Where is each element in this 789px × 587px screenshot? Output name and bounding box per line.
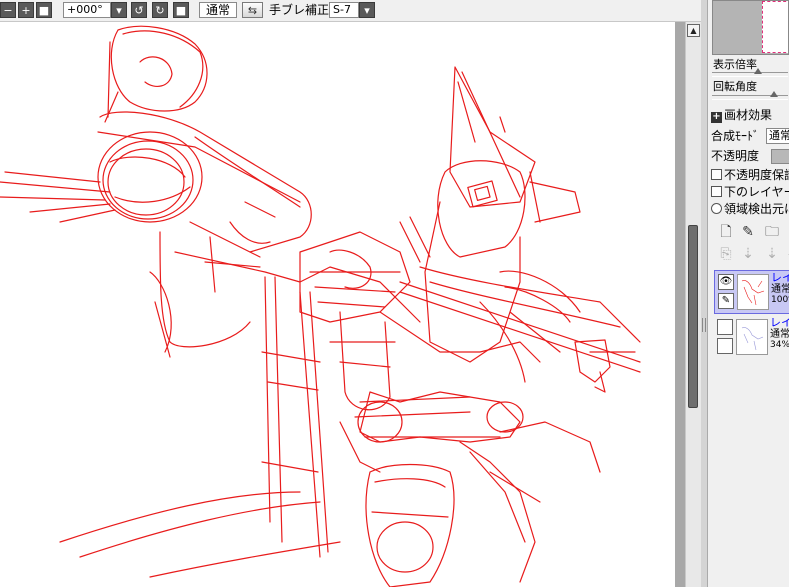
texture-effect-toggle[interactable]: + 画材効果 bbox=[711, 108, 772, 123]
plus-icon: + bbox=[711, 111, 722, 123]
rotate-reset-button[interactable]: ■ bbox=[173, 2, 189, 18]
zoom-slider[interactable] bbox=[712, 68, 788, 77]
flip-horizontal-button[interactable]: ⇆ bbox=[242, 2, 263, 18]
layer-name: レイヤー2 bbox=[771, 271, 789, 284]
clip-layer-label: 下のレイヤーでクリッピング bbox=[724, 185, 789, 199]
clip-layer-checkbox[interactable]: 下のレイヤーでクリッピング bbox=[711, 185, 789, 200]
rotation-angle-field[interactable]: +000° bbox=[63, 2, 111, 18]
zoom-out-button[interactable]: − bbox=[0, 2, 16, 18]
copy-layer-icon[interactable]: ⎘ bbox=[718, 245, 734, 263]
canvas-margin bbox=[675, 22, 685, 587]
opacity-slider[interactable] bbox=[771, 149, 789, 164]
opacity-label: 不透明度 bbox=[711, 149, 760, 163]
layer-actions-row: 🗋 ✎ 🗀 ⚲ bbox=[718, 223, 789, 241]
layer-opacity: 34% bbox=[770, 340, 789, 350]
texture-effect-label: 画材効果 bbox=[724, 108, 773, 122]
new-layer-icon[interactable]: 🗋 bbox=[718, 223, 734, 241]
visibility-toggle[interactable] bbox=[717, 319, 733, 335]
preserve-opacity-label: 不透明度保護 bbox=[724, 168, 789, 182]
rotate-right-icon: ↻ bbox=[155, 3, 165, 17]
sketch-drawing bbox=[0, 25, 641, 587]
view-toolbar: − + ■ +000° ▾ ↺ ↻ ■ 通常 ⇆ 手ブレ補正 S-7 ▾ bbox=[0, 0, 708, 22]
blend-mode-label: 合成ﾓｰﾄﾞ bbox=[711, 129, 760, 143]
view-blend-mode-field[interactable]: 通常 bbox=[199, 2, 237, 18]
selection-source-label: 領域検出元に指定 bbox=[724, 202, 789, 216]
layer-item-2[interactable]: 👁 ✎ レイヤー2 通常 100% bbox=[714, 270, 789, 314]
pen-icon[interactable]: ✎ bbox=[718, 293, 734, 309]
panel-splitter[interactable] bbox=[701, 0, 708, 587]
zoom-reset-button[interactable]: ■ bbox=[36, 2, 52, 18]
chevron-down-icon: ▾ bbox=[364, 3, 370, 17]
rotate-left-button[interactable]: ↺ bbox=[131, 2, 147, 18]
scroll-up-button[interactable]: ▲ bbox=[687, 24, 700, 37]
new-folder-icon[interactable]: 🗀 bbox=[764, 223, 780, 241]
stabilizer-label: 手ブレ補正 bbox=[269, 3, 330, 17]
canvas-vertical-scrollbar[interactable]: ▲ bbox=[685, 22, 701, 587]
blend-mode-select[interactable]: 通常 bbox=[766, 128, 789, 144]
radio-icon bbox=[711, 203, 722, 214]
new-vector-layer-icon[interactable]: ✎ bbox=[740, 223, 756, 241]
stabilizer-dropdown-button[interactable]: ▾ bbox=[359, 2, 375, 18]
rotation-slider[interactable] bbox=[712, 91, 788, 100]
layer-thumbnail bbox=[736, 319, 768, 355]
drawing-canvas[interactable] bbox=[0, 22, 675, 587]
merge-down-icon[interactable]: ⇣ bbox=[740, 245, 756, 263]
lock-toggle[interactable] bbox=[717, 338, 733, 354]
zoom-slider-knob[interactable] bbox=[753, 68, 762, 74]
rotation-label: 回転角度 bbox=[713, 80, 757, 93]
eye-icon[interactable]: 👁 bbox=[718, 274, 734, 290]
layer-thumbnail bbox=[737, 274, 769, 310]
zoom-in-button[interactable]: + bbox=[18, 2, 34, 18]
checkbox-icon bbox=[711, 186, 722, 197]
plus-icon: + bbox=[21, 3, 31, 17]
minus-icon: − bbox=[3, 3, 13, 17]
navigator-preview[interactable] bbox=[712, 0, 789, 55]
layer-name: レイヤー1 bbox=[770, 316, 789, 329]
layer-mode: 通常 bbox=[771, 284, 789, 295]
rotation-slider-knob[interactable] bbox=[770, 91, 779, 97]
scrollbar-thumb[interactable] bbox=[688, 225, 698, 408]
layer-opacity: 100% bbox=[771, 295, 789, 305]
square-icon: ■ bbox=[175, 3, 187, 17]
layer-item-1[interactable]: レイヤー1 通常 34% bbox=[714, 316, 789, 360]
zoom-label: 表示倍率 bbox=[713, 58, 757, 71]
merge-visible-icon[interactable]: ⇣ bbox=[764, 245, 780, 263]
square-icon: ■ bbox=[38, 3, 50, 17]
rotate-left-icon: ↺ bbox=[134, 3, 144, 17]
layer-actions-row-2: ⎘ ⇣ ⇣ ◇ bbox=[718, 245, 789, 263]
preserve-opacity-checkbox[interactable]: 不透明度保護 bbox=[711, 168, 789, 183]
rotation-dropdown-button[interactable]: ▾ bbox=[111, 2, 127, 18]
layer-mode: 通常 bbox=[770, 329, 789, 340]
splitter-grip[interactable] bbox=[702, 318, 706, 332]
stabilizer-field[interactable]: S-7 bbox=[329, 2, 359, 18]
chevron-down-icon: ▾ bbox=[116, 3, 122, 17]
flip-icon: ⇆ bbox=[247, 3, 258, 17]
checkbox-icon bbox=[711, 169, 722, 180]
rotate-right-button[interactable]: ↻ bbox=[152, 2, 168, 18]
side-panel: 表示倍率 回転角度 + 画材効果 合成ﾓｰﾄﾞ 通常 不透明度 不透明度保護 下の… bbox=[708, 0, 789, 587]
navigator-view-rect[interactable] bbox=[762, 1, 788, 53]
arrow-up-icon: ▲ bbox=[690, 26, 697, 35]
selection-source-radio[interactable]: 領域検出元に指定 bbox=[711, 202, 789, 217]
